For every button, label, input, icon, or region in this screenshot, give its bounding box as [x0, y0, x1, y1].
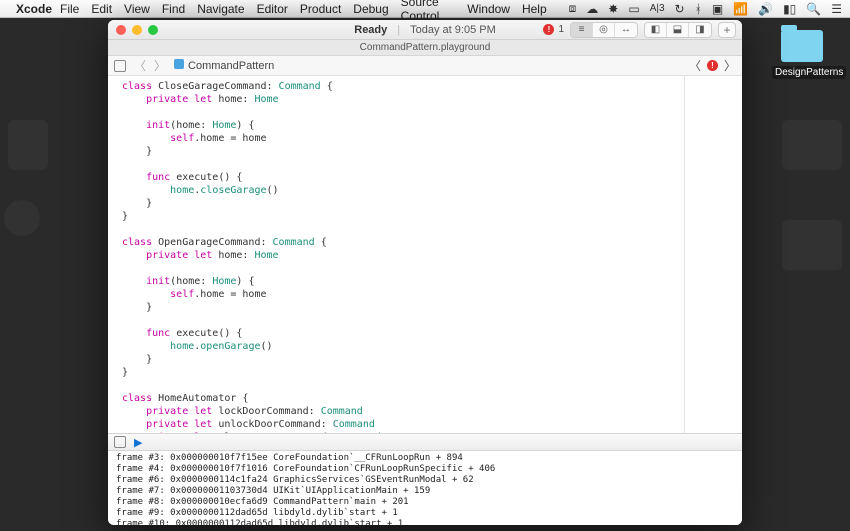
- volume-icon[interactable]: 🔊: [758, 2, 773, 16]
- activity-timestamp: Today at 9:05 PM: [410, 24, 496, 36]
- nav-forward-button[interactable]: 〉: [154, 57, 166, 74]
- nav-back-button[interactable]: 〈: [134, 57, 146, 74]
- airplay-icon[interactable]: ▣: [712, 2, 723, 16]
- toggle-console-button[interactable]: [114, 436, 126, 448]
- error-count: 1: [558, 24, 564, 35]
- menu-edit[interactable]: Edit: [91, 2, 112, 16]
- playground-icon: [174, 59, 184, 69]
- timemachine-icon[interactable]: ↻: [675, 2, 685, 16]
- menu-help[interactable]: Help: [522, 2, 547, 16]
- spotlight-icon[interactable]: 🔍: [806, 2, 821, 16]
- folder-icon: [781, 30, 823, 62]
- adobe-icon[interactable]: A|3: [650, 3, 665, 14]
- tab-title[interactable]: CommandPattern.playground: [360, 42, 491, 53]
- window-traffic-lights: [116, 25, 158, 35]
- window-minimize-button[interactable]: [132, 25, 142, 35]
- run-playground-button[interactable]: ▶: [134, 436, 142, 449]
- error-icon: !: [543, 24, 554, 35]
- add-tab-button[interactable]: +: [718, 22, 736, 38]
- standard-editor-button[interactable]: ≡: [571, 23, 593, 37]
- menu-file[interactable]: File: [60, 2, 79, 16]
- jump-bar: 〈 〉 CommandPattern 〈 ! 〉: [108, 56, 742, 76]
- evernote-icon[interactable]: ✸: [608, 2, 618, 16]
- debug-console[interactable]: frame #3: 0x000000010f7f15ee CoreFoundat…: [108, 451, 742, 525]
- tab-bar: CommandPattern.playground: [108, 40, 742, 56]
- toggle-navigator-button[interactable]: ◧: [645, 23, 667, 37]
- related-items-button[interactable]: [114, 60, 126, 72]
- path-error-icon[interactable]: !: [707, 60, 718, 71]
- window-titlebar: Ready | Today at 9:05 PM ! 1 ≡ ◎ ↔ ◧ ⬓ ◨…: [108, 20, 742, 40]
- cloud-icon[interactable]: ☁: [586, 2, 598, 16]
- code-area[interactable]: class CloseGarageCommand: Command { priv…: [108, 76, 684, 433]
- desktop-folder[interactable]: DesignPatterns: [772, 30, 832, 79]
- assistant-editor-button[interactable]: ◎: [593, 23, 615, 37]
- activity-separator: |: [397, 24, 400, 36]
- path-nav-prev[interactable]: 〈: [689, 57, 701, 74]
- menu-navigate[interactable]: Navigate: [197, 2, 244, 16]
- window-close-button[interactable]: [116, 25, 126, 35]
- xcode-window: Ready | Today at 9:05 PM ! 1 ≡ ◎ ↔ ◧ ⬓ ◨…: [108, 20, 742, 525]
- menu-view[interactable]: View: [124, 2, 150, 16]
- breadcrumb-label: CommandPattern: [188, 60, 274, 72]
- menu-editor[interactable]: Editor: [257, 2, 288, 16]
- panel-toggle-group: ◧ ⬓ ◨: [644, 22, 712, 38]
- window-zoom-button[interactable]: [148, 25, 158, 35]
- activity-status: Ready: [354, 24, 387, 36]
- menu-debug[interactable]: Debug: [353, 2, 388, 16]
- menu-window[interactable]: Window: [467, 2, 510, 16]
- mac-menubar: Xcode File Edit View Find Navigate Edito…: [0, 0, 850, 18]
- results-sidebar: [684, 76, 742, 433]
- bluetooth-icon[interactable]: ᚼ: [695, 2, 702, 16]
- battery-icon[interactable]: ▮▯: [783, 2, 796, 16]
- source-editor: class CloseGarageCommand: Command { priv…: [108, 76, 742, 433]
- editor-mode-group: ≡ ◎ ↔: [570, 22, 638, 38]
- version-editor-button[interactable]: ↔: [615, 23, 637, 37]
- breadcrumb[interactable]: CommandPattern: [174, 59, 274, 72]
- path-nav-next[interactable]: 〉: [724, 57, 736, 74]
- notification-center-icon[interactable]: ☰: [831, 2, 842, 16]
- toggle-debug-button[interactable]: ⬓: [667, 23, 689, 37]
- menu-product[interactable]: Product: [300, 2, 341, 16]
- toggle-utilities-button[interactable]: ◨: [689, 23, 711, 37]
- folder-label: DesignPatterns: [772, 66, 846, 79]
- menu-find[interactable]: Find: [162, 2, 185, 16]
- app-name[interactable]: Xcode: [16, 2, 52, 16]
- wifi-icon[interactable]: 📶: [733, 2, 748, 16]
- display-icon[interactable]: ▭: [628, 2, 639, 16]
- dropbox-icon[interactable]: ⧈: [569, 1, 577, 16]
- issue-indicator[interactable]: ! 1: [543, 24, 564, 35]
- debug-bar: ▶: [108, 433, 742, 451]
